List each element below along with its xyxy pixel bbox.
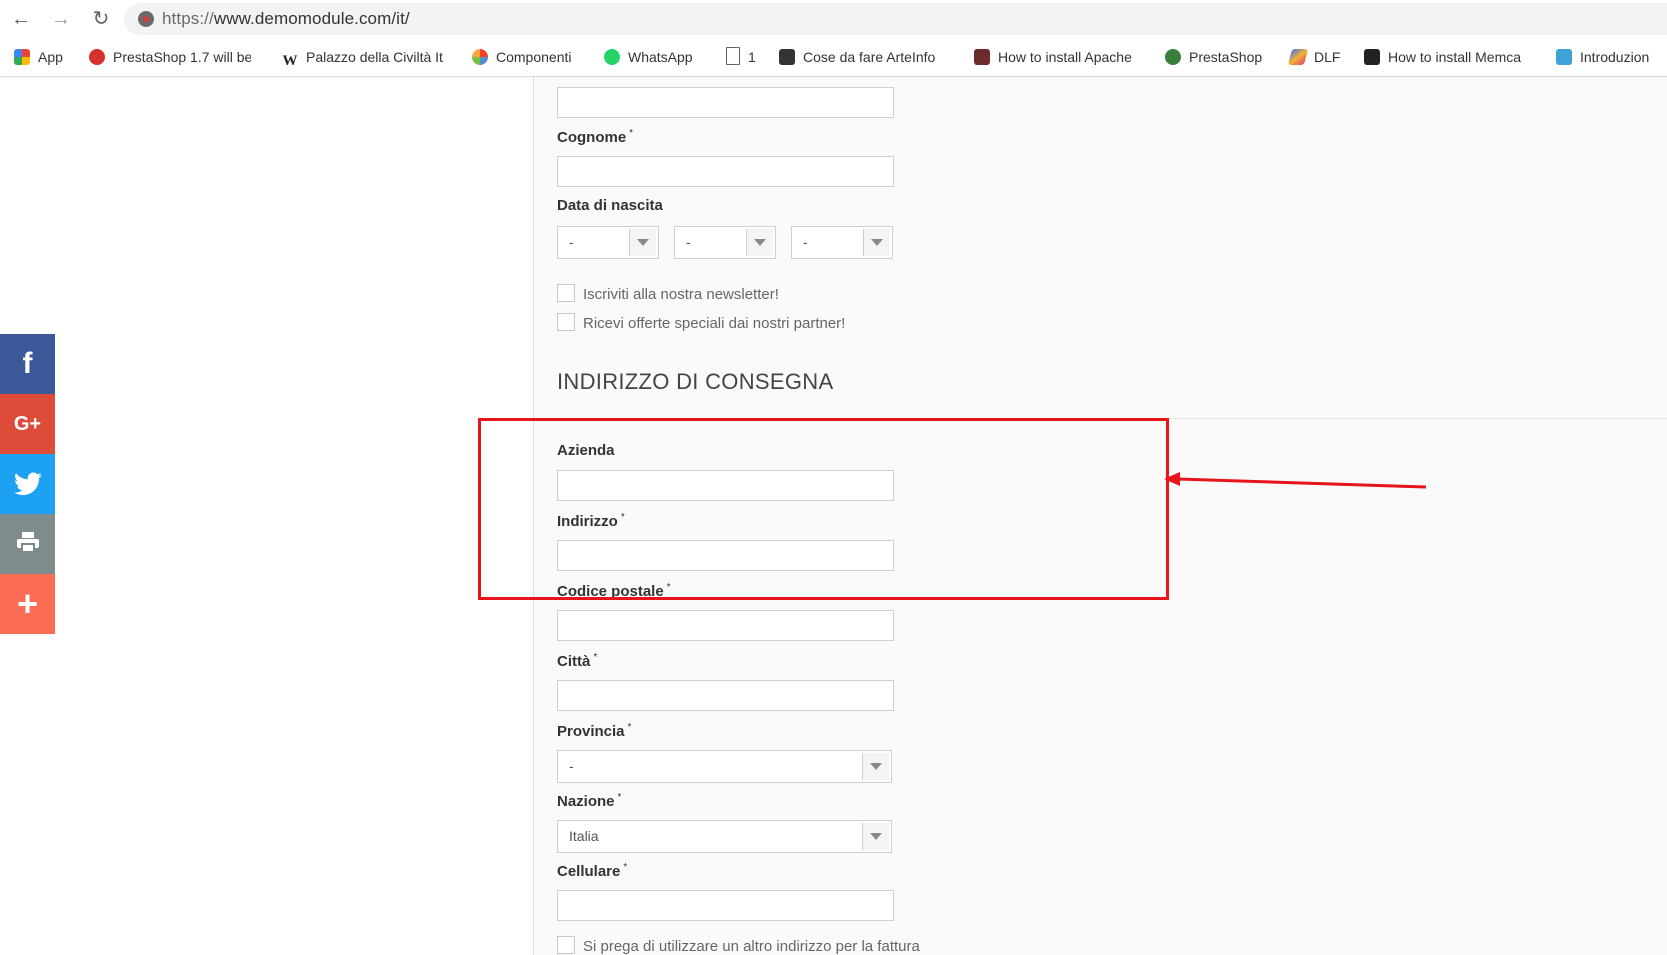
google-plus-share-button[interactable]: G+ (0, 394, 55, 454)
reload-icon[interactable]: ↻ (88, 6, 114, 32)
prestashop-swirl-icon (89, 49, 105, 65)
wikipedia-icon: W (282, 53, 298, 69)
google-plus-icon: G+ (13, 413, 42, 435)
bookmark-palazzo[interactable]: W Palazzo della Civiltà It (282, 47, 443, 69)
chat-icon (1556, 49, 1572, 65)
bookmark-label: PrestaShop 1.7 will be (113, 49, 251, 65)
bookmark-label: Componenti (496, 49, 572, 65)
bookmark-install-apache[interactable]: How to install Apache (974, 47, 1132, 67)
cognome-label: Cognome * (557, 128, 634, 146)
facebook-icon: f (22, 347, 33, 380)
newsletter-label: Iscriviti alla nostra newsletter! (583, 286, 779, 303)
partner-offers-label: Ricevi offerte speciali dai nostri partn… (583, 315, 846, 332)
bookmark-label: PrestaShop (1189, 49, 1263, 65)
bookmark-label: How to install Apache (998, 49, 1132, 65)
whatsapp-icon (604, 49, 620, 65)
dlf-icon (1287, 49, 1309, 65)
delivery-section-title: INDIRIZZO DI CONSEGNA (557, 369, 834, 394)
dropdown-arrow-icon (862, 823, 889, 850)
bookmark-app[interactable]: App (14, 47, 63, 67)
newsletter-option[interactable]: Iscriviti alla nostra newsletter! (557, 284, 779, 303)
dropdown-arrow-icon (862, 753, 889, 780)
bookmark-label: How to install Memca (1388, 49, 1522, 65)
citta-label: Città * (557, 652, 598, 670)
plus-icon: + (16, 583, 39, 624)
bookmark-dlf[interactable]: DLF (1287, 47, 1341, 67)
cloud-icon (1364, 49, 1380, 65)
back-arrow-icon[interactable]: ← (8, 6, 34, 32)
print-button[interactable] (0, 514, 55, 574)
bookmark-prestashop[interactable]: PrestaShop (1165, 47, 1262, 67)
bookmark-label: Cose da fare ArteInfo (803, 49, 936, 65)
provincia-label: Provincia * (557, 722, 632, 740)
bookmark-label: Palazzo della Civiltà It (306, 49, 443, 65)
alt-address-option[interactable]: Si prega di utilizzare un altro indirizz… (557, 936, 920, 955)
bookmark-label: DLF (1314, 49, 1341, 65)
twitter-bird-icon (13, 470, 42, 497)
twitter-share-button[interactable] (0, 454, 55, 514)
birth-month-select[interactable]: - (674, 226, 776, 259)
dropdown-arrow-icon (746, 229, 773, 256)
codice-postale-input[interactable] (557, 610, 894, 641)
annotation-highlight-box (478, 418, 1169, 600)
nome-input[interactable] (557, 87, 894, 118)
alt-address-checkbox[interactable] (557, 936, 575, 954)
select-value: - (569, 234, 574, 250)
site-favicon-icon (138, 11, 154, 27)
bookmark-label: Introduzion (1580, 49, 1650, 65)
bookmark-introduzione[interactable]: Introduzion (1556, 47, 1649, 67)
joomla-icon (472, 49, 488, 65)
bookmark-label: WhatsApp (628, 49, 693, 65)
bookmarks-bar: App PrestaShop 1.7 will be W Palazzo dell… (0, 38, 1667, 77)
citta-input[interactable] (557, 680, 894, 711)
select-value: - (803, 234, 808, 250)
address-bar[interactable]: https://www.demomodule.com/it/ (124, 3, 1667, 35)
dropdown-arrow-icon (863, 229, 890, 256)
page-icon (726, 47, 740, 65)
printer-icon (15, 532, 41, 553)
bookmark-cose-da-fare[interactable]: Cose da fare ArteInfo (779, 47, 935, 67)
partner-offers-checkbox[interactable] (557, 313, 575, 331)
select-value: - (686, 234, 691, 250)
nazione-label: Nazione * (557, 792, 622, 810)
bookmark-prestashop-17[interactable]: PrestaShop 1.7 will be (89, 47, 251, 67)
cellulare-input[interactable] (557, 890, 894, 921)
alt-address-label: Si prega di utilizzare un altro indirizz… (583, 938, 920, 955)
bookmark-label: App (38, 49, 63, 65)
url-scheme: https:// (162, 9, 214, 28)
trello-icon (779, 49, 795, 65)
birthdate-label: Data di nascita (557, 197, 663, 214)
bookmark-whatsapp[interactable]: WhatsApp (604, 47, 693, 67)
bookmark-1[interactable]: 1 (726, 47, 756, 67)
nazione-select[interactable]: Italia (557, 820, 892, 853)
vps-icon (974, 49, 990, 65)
birth-day-select[interactable]: - (557, 226, 659, 259)
bookmark-label: 1 (748, 49, 756, 65)
facebook-share-button[interactable]: f (0, 334, 55, 394)
cellulare-label: Cellulare * (557, 862, 628, 880)
bookmark-componenti[interactable]: Componenti (472, 47, 572, 67)
bookmark-install-memcached[interactable]: How to install Memca (1364, 47, 1521, 67)
provincia-select[interactable]: - (557, 750, 892, 783)
forward-arrow-icon[interactable]: → (48, 6, 74, 32)
partner-offers-option[interactable]: Ricevi offerte speciali dai nostri partn… (557, 313, 845, 332)
more-share-button[interactable]: + (0, 574, 55, 634)
birth-year-select[interactable]: - (791, 226, 893, 259)
browser-toolbar: ← → ↻ https://www.demomodule.com/it/ (0, 0, 1667, 38)
cognome-input[interactable] (557, 156, 894, 187)
select-value: Italia (569, 828, 599, 844)
url-host-path: www.demomodule.com/it/ (213, 9, 410, 28)
apps-grid-icon (14, 49, 30, 65)
dropdown-arrow-icon (629, 229, 656, 256)
select-value: - (569, 758, 574, 774)
prestashop-icon (1165, 49, 1181, 65)
url-text[interactable]: https://www.demomodule.com/it/ (162, 9, 410, 29)
newsletter-checkbox[interactable] (557, 284, 575, 302)
